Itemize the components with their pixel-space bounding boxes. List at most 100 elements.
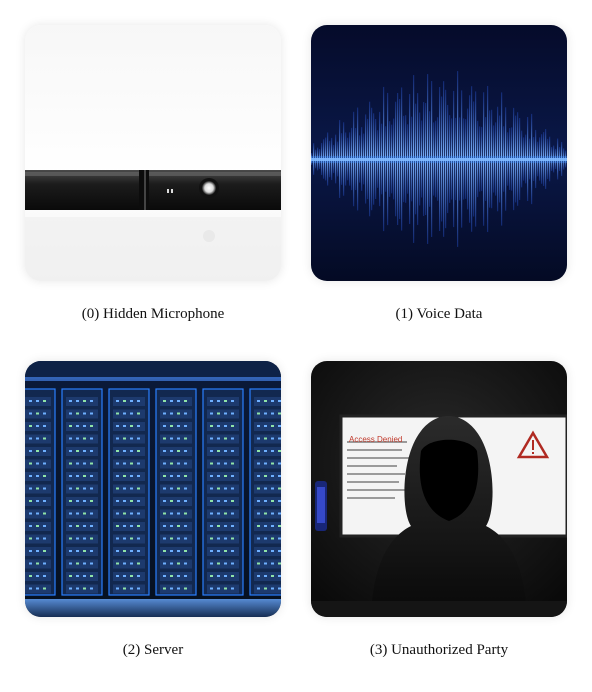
status-led (130, 412, 133, 415)
status-led (217, 437, 220, 440)
status-led (29, 512, 32, 515)
status-led (257, 425, 260, 427)
status-led (69, 475, 72, 477)
status-led (217, 462, 220, 465)
status-led (278, 587, 281, 590)
status-led (217, 400, 220, 402)
status-led (116, 575, 119, 577)
status-led (224, 537, 227, 540)
status-led (90, 487, 93, 490)
status-led (177, 587, 180, 590)
status-led (210, 487, 213, 490)
status-led (217, 525, 220, 527)
status-led (170, 400, 173, 402)
status-led (163, 412, 166, 415)
status-led (224, 575, 227, 577)
status-led (224, 475, 227, 477)
status-led (278, 475, 281, 477)
status-led (231, 400, 234, 402)
status-led (123, 562, 126, 565)
status-led (217, 412, 220, 415)
status-led (116, 587, 119, 590)
status-led (184, 562, 187, 565)
status-led (69, 525, 72, 527)
status-led (177, 487, 180, 490)
voice-data-image (311, 25, 567, 281)
status-led (137, 462, 140, 465)
status-led (210, 437, 213, 440)
status-led (90, 587, 93, 590)
status-led (43, 525, 46, 527)
status-led (36, 575, 39, 577)
status-led (69, 487, 72, 490)
status-led (217, 500, 220, 502)
status-led (231, 512, 234, 515)
status-led (224, 437, 227, 440)
status-led (257, 450, 260, 452)
status-led (123, 487, 126, 490)
status-led (130, 550, 133, 552)
status-led (224, 425, 227, 427)
status-led (210, 450, 213, 452)
status-led (36, 525, 39, 527)
status-led (257, 575, 260, 577)
status-led (278, 487, 281, 490)
status-led (76, 437, 79, 440)
status-led (137, 487, 140, 490)
status-led (43, 425, 46, 427)
status-led (43, 575, 46, 577)
status-led (257, 462, 260, 465)
status-led (69, 550, 72, 552)
status-led (257, 437, 260, 440)
status-led (170, 550, 173, 552)
status-led (36, 475, 39, 477)
status-led (278, 400, 281, 402)
status-led (130, 500, 133, 502)
status-led (163, 400, 166, 402)
status-led (36, 562, 39, 565)
status-led (137, 425, 140, 427)
status-led (184, 475, 187, 477)
status-led (137, 500, 140, 502)
status-led (116, 487, 119, 490)
status-led (69, 400, 72, 402)
status-led (43, 500, 46, 502)
status-led (137, 450, 140, 452)
status-led (257, 512, 260, 515)
status-led (231, 562, 234, 565)
status-led (264, 525, 267, 527)
status-led (137, 575, 140, 577)
status-led (231, 525, 234, 527)
status-led (29, 562, 32, 565)
status-led (224, 562, 227, 565)
status-led (116, 537, 119, 540)
status-led (29, 550, 32, 552)
status-led (210, 412, 213, 415)
status-led (217, 512, 220, 515)
status-led (177, 562, 180, 565)
status-led (29, 450, 32, 452)
status-led (36, 500, 39, 502)
status-led (90, 550, 93, 552)
status-led (264, 400, 267, 402)
status-led (271, 462, 274, 465)
status-led (278, 537, 281, 540)
status-led (69, 537, 72, 540)
status-led (163, 487, 166, 490)
status-led (210, 475, 213, 477)
status-led (43, 550, 46, 552)
status-led (36, 512, 39, 515)
status-led (271, 487, 274, 490)
status-led (231, 462, 234, 465)
status-led (123, 425, 126, 427)
status-led (116, 425, 119, 427)
status-led (29, 587, 32, 590)
status-led (116, 412, 119, 415)
status-led (264, 425, 267, 427)
status-led (137, 537, 140, 540)
status-led (177, 425, 180, 427)
status-led (278, 575, 281, 577)
status-led (231, 437, 234, 440)
status-led (210, 425, 213, 427)
status-led (170, 512, 173, 515)
